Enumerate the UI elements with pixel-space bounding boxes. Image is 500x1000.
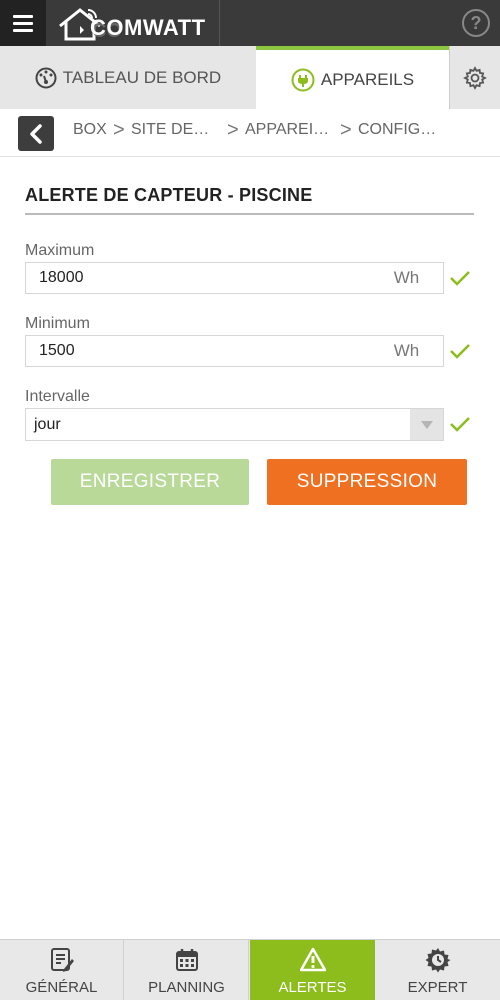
breadcrumb: BOX > SITE DE… > APPAREI… > CONFIG… [0,109,500,157]
hamburger-icon [13,14,33,18]
check-icon [450,417,470,432]
back-button[interactable] [18,116,54,151]
tab-devices[interactable]: APPAREILS [256,46,449,109]
page-title: ALERTE DE CAPTEUR - PISCINE [25,185,313,205]
minimum-input[interactable]: 1500 [25,335,371,367]
nav-planning-label: PLANNING [148,979,225,996]
menu-button[interactable] [0,0,46,46]
bottom-nav: GÉNÉRAL PLANNING ALERTES EXPERT [0,939,500,1000]
nav-planning[interactable]: PLANNING [125,940,249,1000]
delete-button[interactable]: SUPPRESSION [267,459,467,505]
maximum-unit: Wh [370,262,444,294]
interval-select[interactable]: jour [25,408,444,441]
calendar-icon [175,949,198,971]
maximum-input[interactable]: 18000 [25,262,371,294]
logo-text: COMWATT [90,15,206,40]
top-bar: CO COMWATT ? [0,0,500,46]
minimum-unit: Wh [370,335,444,367]
minimum-label: Minimum [25,315,90,332]
nav-expert[interactable]: EXPERT [375,940,500,1000]
nav-general-label: GÉNÉRAL [25,979,98,996]
gauge-icon [35,67,57,88]
nav-alerts[interactable]: ALERTES [250,940,375,1000]
tab-dashboard[interactable]: TABLEAU DE BORD [0,46,256,109]
breadcrumb-item-box[interactable]: BOX [73,121,107,139]
breadcrumb-item-devices[interactable]: APPAREI… [245,121,329,139]
breadcrumb-separator: > [340,119,352,141]
check-icon [450,271,470,286]
breadcrumb-item-site[interactable]: SITE DE… [131,121,209,139]
main-tabs: TABLEAU DE BORD APPAREILS [0,46,500,109]
check-icon [450,344,470,359]
help-icon[interactable]: ? [462,9,490,37]
nav-general[interactable]: GÉNÉRAL [0,940,124,1000]
maximum-label: Maximum [25,242,95,259]
plug-icon [291,68,315,91]
expert-gear-icon [425,948,450,973]
gear-icon [463,65,487,90]
header-divider [219,0,220,46]
triangle-down-icon[interactable] [410,409,443,440]
tab-settings[interactable] [449,46,500,109]
breadcrumb-separator: > [227,119,239,141]
nav-expert-label: EXPERT [407,979,468,996]
tab-dashboard-label: TABLEAU DE BORD [62,67,222,87]
breadcrumb-item-config[interactable]: CONFIG… [358,121,436,139]
title-divider [25,213,474,215]
save-button[interactable]: ENREGISTRER [51,459,249,505]
document-edit-icon [50,948,74,972]
nav-alerts-label: ALERTES [278,979,347,996]
tab-devices-label: APPAREILS [320,69,415,89]
interval-label: Intervalle [25,388,90,405]
interval-select-value: jour [34,416,61,433]
chevron-left-icon [30,123,42,144]
breadcrumb-separator: > [113,119,125,141]
warning-icon [299,947,326,972]
